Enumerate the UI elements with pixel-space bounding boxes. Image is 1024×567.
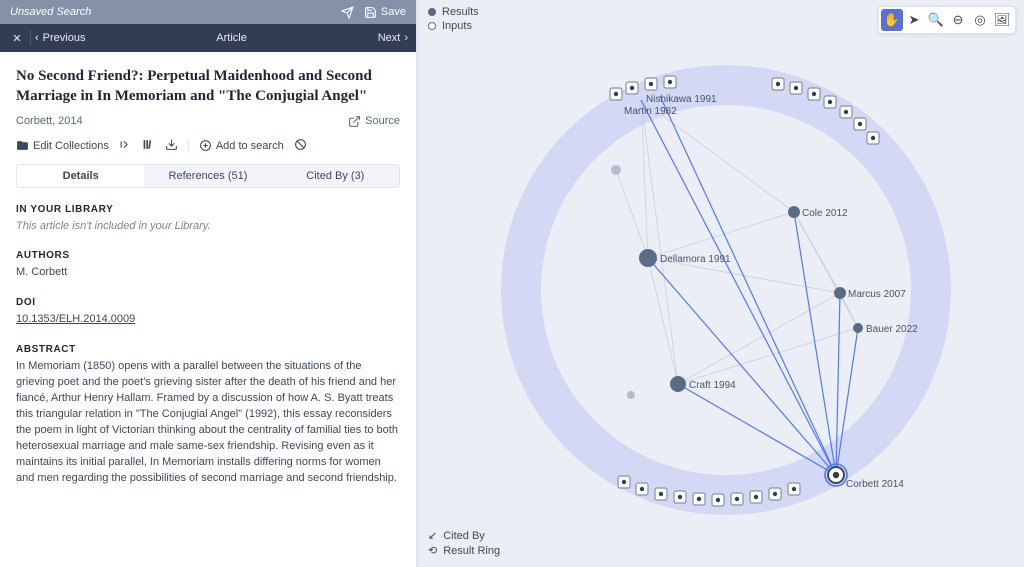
chevron-left-icon: ‹ [35,32,39,44]
label-nishikawa: Nishikawa 1991 [646,94,717,105]
library-body: This article isn't included in your Libr… [16,219,400,235]
label-bauer: Bauer 2022 [866,324,918,335]
search-topbar: Unsaved Search Save [0,0,416,24]
tab-citedby[interactable]: Cited By (3) [272,165,399,187]
exclude-icon [294,138,307,151]
label-martin: Martin 1982 [624,106,677,117]
add-to-search-label: Add to search [216,140,284,152]
source-label: Source [365,115,400,127]
focus-node[interactable] [825,464,847,486]
tab-details[interactable]: Details [17,165,144,187]
external-link-icon [348,115,361,128]
abstract-body: In Memoriam (1850) opens with a parallel… [16,359,400,487]
label-focus: Corbett 2014 [846,479,904,490]
tab-references[interactable]: References (51) [144,165,271,187]
article-navbar: ✕ ‹ Previous Article Next › [0,24,416,52]
label-craft: Craft 1994 [689,380,736,391]
doi-link[interactable]: 10.1353/ELH.2014.0009 [16,313,135,325]
prev-button[interactable]: ‹ Previous [35,32,85,44]
citation-graph[interactable]: Dellamora 1991 Cole 2012 Marcus 2007 Bau… [416,0,1024,567]
save-label: Save [381,6,406,18]
label-dellamora: Dellamora 1991 [660,254,731,265]
tab-citedby-count: (3) [351,170,364,182]
save-icon [364,6,377,19]
folder-icon [16,139,29,152]
search-title: Unsaved Search [10,6,331,18]
node-marcus[interactable] [834,287,846,299]
authors-heading: AUTHORS [16,250,400,261]
source-link[interactable]: Source [348,115,400,128]
detail-panel: Unsaved Search Save ✕ ‹ Previous Article… [0,0,416,567]
chevron-right-icon: › [404,32,408,44]
send-icon [341,6,354,19]
add-to-search-button[interactable]: Add to search [199,139,284,152]
tab-citedby-label: Cited By [306,170,348,182]
tab-references-label: References [169,170,225,182]
save-button[interactable]: Save [364,6,406,19]
doi-heading: DOI [16,297,400,308]
download-button[interactable] [165,138,178,154]
edit-collections-button[interactable]: Edit Collections [16,139,109,152]
abstract-heading: ABSTRACT [16,344,400,355]
add-icon [199,139,212,152]
node-bauer[interactable] [853,323,863,333]
article-title: No Second Friend?: Perpetual Maidenhood … [16,66,400,107]
label-cole: Cole 2012 [802,208,848,219]
node-craft[interactable] [670,376,686,392]
prev-label: Previous [43,32,86,44]
next-label: Next [378,32,401,44]
tab-references-count: (51) [228,170,248,182]
exclude-button[interactable] [294,138,307,154]
article-content: No Second Friend?: Perpetual Maidenhood … [0,52,416,567]
library-heading: IN YOUR LIBRARY [16,204,400,215]
next-button[interactable]: Next › [378,32,408,44]
tag-icon [119,138,132,151]
edit-collections-label: Edit Collections [33,140,109,152]
node-dellamora[interactable] [639,249,657,267]
authors-body: M. Corbett [16,265,400,281]
download-icon [165,138,178,151]
node-unlabeled-1[interactable] [611,165,621,175]
tag-button[interactable] [119,138,132,154]
node-cole[interactable] [788,206,800,218]
library-button[interactable] [142,138,155,154]
divider [30,30,31,46]
library-icon [142,138,155,151]
nav-title: Article [85,32,377,44]
article-meta: Corbett, 2014 [16,115,83,127]
article-toolbar: Edit Collections Add to search [16,138,400,154]
node-unlabeled-2[interactable] [627,391,635,399]
detail-tabs: Details References (51) Cited By (3) [16,164,400,188]
graph-panel[interactable]: Results Inputs ↙Cited By ⟲Result Ring ✋ … [416,0,1024,567]
send-button[interactable] [341,6,354,19]
close-button[interactable]: ✕ [8,32,26,45]
label-marcus: Marcus 2007 [848,289,906,300]
